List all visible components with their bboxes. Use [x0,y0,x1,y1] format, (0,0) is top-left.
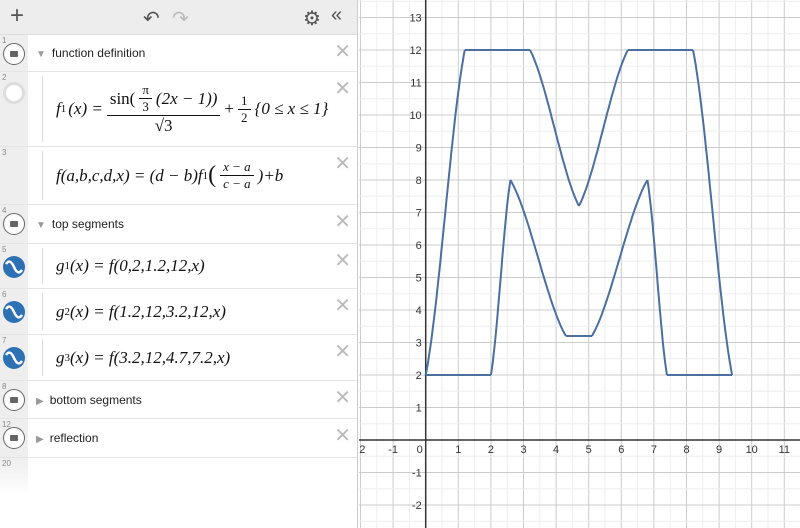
delete-icon[interactable]: ✕ [334,209,351,234]
delete-icon[interactable]: ✕ [334,339,351,364]
y-tick-label: 6 [416,240,422,252]
graph-visible-toggle-icon[interactable] [3,301,25,323]
y-tick-label: 7 [416,208,422,220]
settings-gear-icon[interactable]: ⚙ [303,6,321,31]
y-tick-label: 11 [410,78,421,90]
y-tick-label: 3 [416,338,422,350]
y-tick-label: 2 [416,370,422,382]
y-tick-label: 1 [416,403,422,415]
collapse-panel-button[interactable]: « [331,4,342,27]
x-tick-label: 9 [716,444,722,456]
x-tick-label: 6 [618,444,624,456]
y-tick-label: -1 [412,468,422,480]
add-item-button[interactable]: + [10,2,24,30]
x-tick-label: 0 [417,444,423,456]
y-tick-label: 5 [416,273,422,285]
expression-row-2[interactable]: 2 f 1 (x) = sin(π 3 (2x − 1)) √3 + 12 {0 ≤ x … [0,72,357,147]
undo-button[interactable]: ↶ [143,6,160,31]
expression-g2[interactable]: 6 g 2 (x) = f(1.2,12,3.2,12,x) ✕ [0,289,357,335]
delete-icon[interactable]: ✕ [334,151,351,176]
folder-icon[interactable] [3,427,25,449]
x-tick-label: 1 [455,444,461,456]
x-tick-label: -1 [388,444,398,456]
graph-visible-toggle-icon[interactable] [3,347,25,369]
folder-function-definition[interactable]: 1 ▼ function definition ✕ [0,35,357,72]
x-tick-label: 7 [651,444,657,456]
collapsed-triangle-icon[interactable]: ▶ [36,434,44,445]
redo-button[interactable]: ↷ [172,6,189,31]
delete-icon[interactable]: ✕ [334,76,351,101]
curve-segment [577,49,629,207]
graph-canvas[interactable]: -2-101234567891011-2-112345678910111213 [359,0,800,528]
x-tick-label: 11 [779,444,790,456]
delete-icon[interactable]: ✕ [334,39,351,64]
folder-label: reflection [49,431,99,445]
folder-label: top segments [51,217,124,231]
graph-visible-toggle-icon[interactable] [3,256,25,278]
delete-icon[interactable]: ✕ [334,248,351,273]
folder-label: bottom segments [49,392,142,407]
folder-icon[interactable] [3,213,25,235]
x-tick-label: 5 [586,444,592,456]
y-tick-label: 8 [416,175,422,187]
expanded-triangle-icon[interactable]: ▼ [36,220,46,231]
y-tick-label: 9 [416,143,422,155]
expression-row-3[interactable]: 3 f(a,b,c,d,x) = (d − b)f 1( x − ac − a )… [0,147,357,205]
delete-icon[interactable]: ✕ [334,423,351,448]
x-tick-label: -2 [359,444,365,456]
y-tick-label: -2 [412,500,422,512]
folder-reflection[interactable]: 12 ▶ reflection ✕ [0,419,357,458]
folder-top-segments[interactable]: 4 ▼ top segments ✕ [0,205,357,244]
expression-f1[interactable]: f 1 (x) = sin(π 3 (2x − 1)) √3 + 12 {0 ≤ x ≤ … [56,82,328,136]
curve-segment [509,179,567,337]
y-tick-label: 10 [409,110,421,122]
x-tick-label: 10 [746,444,758,456]
x-tick-label: 2 [488,444,494,456]
expression-panel: + ↶ ↷ ⚙ « 1 ▼ function definition ✕ 2 f 1(… [0,0,358,528]
expanded-triangle-icon[interactable]: ▼ [36,49,46,60]
expression-f[interactable]: f(a,b,c,d,x) = (d − b)f 1( x − ac − a )+b [56,159,283,192]
hidden-graph-toggle-icon[interactable] [3,82,25,104]
x-tick-label: 8 [683,444,689,456]
expression-g3[interactable]: 7 g 3 (x) = f(3.2,12,4.7,7.2,x) ✕ [0,335,357,381]
delete-icon[interactable]: ✕ [334,385,351,410]
folder-icon[interactable] [3,389,25,411]
toolbar: + ↶ ↷ ⚙ « [0,0,357,35]
x-tick-label: 4 [553,444,559,456]
y-tick-label: 12 [409,45,421,57]
expression-g1[interactable]: 5 g 1 (x) = f(0,2,1.2,12,x) ✕ [0,244,357,289]
empty-expression-row[interactable]: 20 [0,458,357,496]
curve-segment [529,49,580,207]
delete-icon[interactable]: ✕ [334,293,351,318]
y-tick-label: 13 [409,13,421,25]
folder-bottom-segments[interactable]: 8 ▶ bottom segments ✕ [0,381,357,419]
folder-label: function definition [51,46,146,60]
curve-segment [591,179,649,337]
y-tick-label: 4 [416,305,422,317]
collapsed-triangle-icon[interactable]: ▶ [36,396,44,407]
folder-icon[interactable] [3,43,25,65]
x-tick-label: 3 [520,444,526,456]
